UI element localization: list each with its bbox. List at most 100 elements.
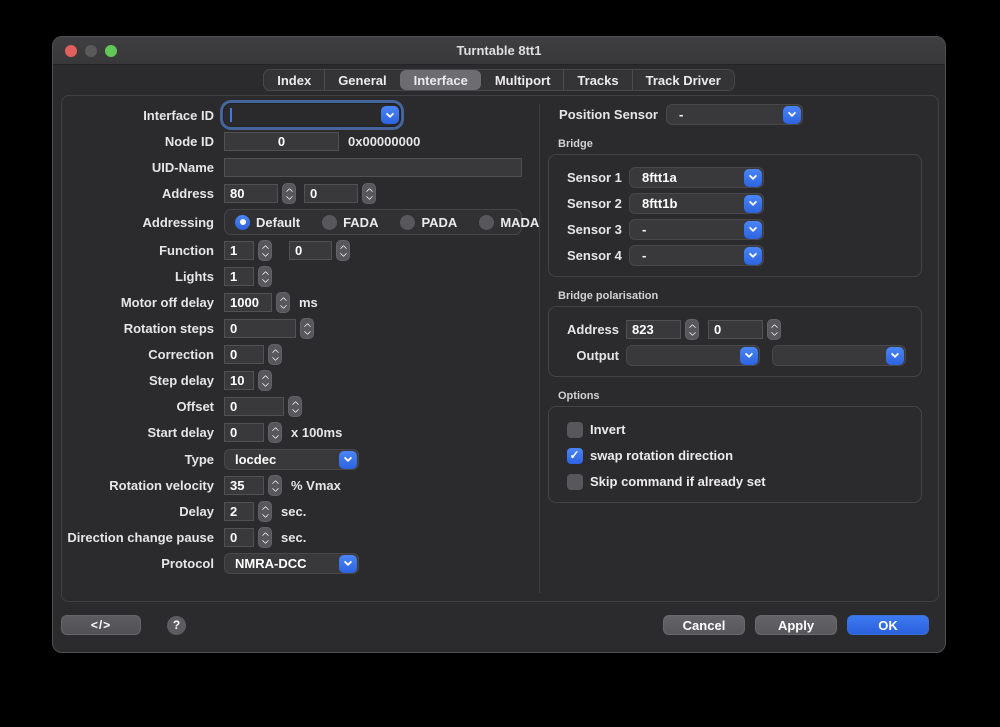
start-delay-label: Start delay <box>62 425 214 440</box>
zoom-button[interactable] <box>105 45 117 57</box>
direction-change-pause-unit: sec. <box>281 530 306 545</box>
address-field-2[interactable]: 0 <box>304 184 358 203</box>
skip-command-option[interactable]: Skip command if already set <box>567 471 911 492</box>
rotation-velocity-stepper[interactable] <box>268 475 282 496</box>
radio-default[interactable]: Default <box>235 215 300 230</box>
rotation-velocity-label: Rotation velocity <box>62 478 214 493</box>
uid-name-label: UID-Name <box>62 160 214 175</box>
function-field-2[interactable]: 0 <box>289 241 332 260</box>
polarisation-address-stepper-2[interactable] <box>767 319 781 340</box>
uid-name-row: UID-Name <box>62 157 539 178</box>
radio-pada[interactable]: PADA <box>400 215 457 230</box>
sensor-4-select[interactable]: - <box>629 245 764 266</box>
rotation-steps-stepper[interactable] <box>300 318 314 339</box>
rotation-steps-field[interactable]: 0 <box>224 319 296 338</box>
output-select-1[interactable] <box>626 345 760 366</box>
address-stepper-2[interactable] <box>362 183 376 204</box>
sensor-1-select[interactable]: 8ftt1a <box>629 167 764 188</box>
chevron-down-icon <box>365 192 372 199</box>
position-sensor-select[interactable]: - <box>666 104 803 125</box>
type-select[interactable]: locdec <box>224 449 359 470</box>
direction-change-pause-spinner: 0 <box>224 527 272 548</box>
radio-button-icon[interactable] <box>322 215 337 230</box>
tab-multiport[interactable]: Multiport <box>481 70 564 90</box>
ok-button[interactable]: OK <box>847 615 929 635</box>
delay-stepper[interactable] <box>258 501 272 522</box>
radio-button-icon[interactable] <box>479 215 494 230</box>
swap-rotation-direction-option[interactable]: swap rotation direction <box>567 445 911 466</box>
invert-option[interactable]: Invert <box>567 419 911 440</box>
tab-general[interactable]: General <box>324 70 399 90</box>
step-delay-field[interactable]: 10 <box>224 371 254 390</box>
delay-field[interactable]: 2 <box>224 502 254 521</box>
chevron-down-icon <box>285 192 292 199</box>
sensor-3-select[interactable]: - <box>629 219 764 240</box>
correction-field[interactable]: 0 <box>224 345 264 364</box>
offset-stepper[interactable] <box>288 396 302 417</box>
output-select-2[interactable] <box>772 345 906 366</box>
motor-off-delay-stepper[interactable] <box>276 292 290 313</box>
offset-field[interactable]: 0 <box>224 397 284 416</box>
motor-off-delay-field[interactable]: 1000 <box>224 293 272 312</box>
radio-mada[interactable]: MADA <box>479 215 539 230</box>
lights-label: Lights <box>62 269 214 284</box>
sensor-2-select[interactable]: 8ftt1b <box>629 193 764 214</box>
node-id-hex: 0x00000000 <box>348 134 420 149</box>
window-title: Turntable 8tt1 <box>457 43 542 58</box>
minimize-button[interactable] <box>85 45 97 57</box>
delay-row: Delay 2 sec. <box>62 501 539 522</box>
direction-change-pause-stepper[interactable] <box>258 527 272 548</box>
chevron-down-icon <box>770 328 777 335</box>
checkbox-icon[interactable] <box>567 448 583 464</box>
rotation-velocity-field[interactable]: 35 <box>224 476 264 495</box>
bridge-group-title: Bridge <box>558 138 922 150</box>
cancel-button[interactable]: Cancel <box>663 615 745 635</box>
sensor-3-label: Sensor 3 <box>567 222 621 237</box>
polarisation-address-field-1[interactable]: 823 <box>626 320 681 339</box>
node-id-field[interactable]: 0 <box>224 132 339 151</box>
function-field-1[interactable]: 1 <box>224 241 254 260</box>
chevron-down-icon <box>339 451 357 469</box>
protocol-select[interactable]: NMRA-DCC <box>224 553 359 574</box>
checkbox-icon[interactable] <box>567 422 583 438</box>
radio-button-icon[interactable] <box>235 215 250 230</box>
titlebar[interactable]: Turntable 8tt1 <box>53 37 945 65</box>
radio-fada[interactable]: FADA <box>322 215 378 230</box>
code-view-button[interactable]: </> <box>61 615 141 635</box>
tab-interface[interactable]: Interface <box>400 70 481 90</box>
function-stepper-1[interactable] <box>258 240 272 261</box>
function-stepper-2[interactable] <box>336 240 350 261</box>
address-field-1[interactable]: 80 <box>224 184 278 203</box>
start-delay-field[interactable]: 0 <box>224 423 264 442</box>
chevron-down-icon[interactable] <box>381 106 399 124</box>
apply-button[interactable]: Apply <box>755 615 837 635</box>
rotation-steps-label: Rotation steps <box>62 321 214 336</box>
chevron-down-icon <box>271 484 278 491</box>
direction-change-pause-field[interactable]: 0 <box>224 528 254 547</box>
motor-off-delay-row: Motor off delay 1000 ms <box>62 292 539 313</box>
rotation-steps-spinner: 0 <box>224 318 314 339</box>
tab-track-driver[interactable]: Track Driver <box>632 70 734 90</box>
help-button[interactable]: ? <box>167 616 186 635</box>
lights-field[interactable]: 1 <box>224 267 254 286</box>
correction-stepper[interactable] <box>268 344 282 365</box>
chevron-down-icon <box>261 249 268 256</box>
close-button[interactable] <box>65 45 77 57</box>
polarisation-address-field-2[interactable]: 0 <box>708 320 763 339</box>
tab-index[interactable]: Index <box>264 70 324 90</box>
interface-id-combobox[interactable] <box>224 104 400 126</box>
start-delay-stepper[interactable] <box>268 422 282 443</box>
tab-tracks[interactable]: Tracks <box>563 70 631 90</box>
offset-spinner: 0 <box>224 396 302 417</box>
uid-name-field[interactable] <box>224 158 522 177</box>
radio-button-icon[interactable] <box>400 215 415 230</box>
checkbox-icon[interactable] <box>567 474 583 490</box>
address-stepper-1[interactable] <box>282 183 296 204</box>
step-delay-stepper[interactable] <box>258 370 272 391</box>
chevron-down-icon <box>271 431 278 438</box>
lights-spinner: 1 <box>224 266 272 287</box>
position-sensor-label: Position Sensor <box>558 107 658 122</box>
polarisation-address-stepper-1[interactable] <box>685 319 699 340</box>
sensor-1-row: Sensor 1 8ftt1a <box>567 167 911 188</box>
lights-stepper[interactable] <box>258 266 272 287</box>
